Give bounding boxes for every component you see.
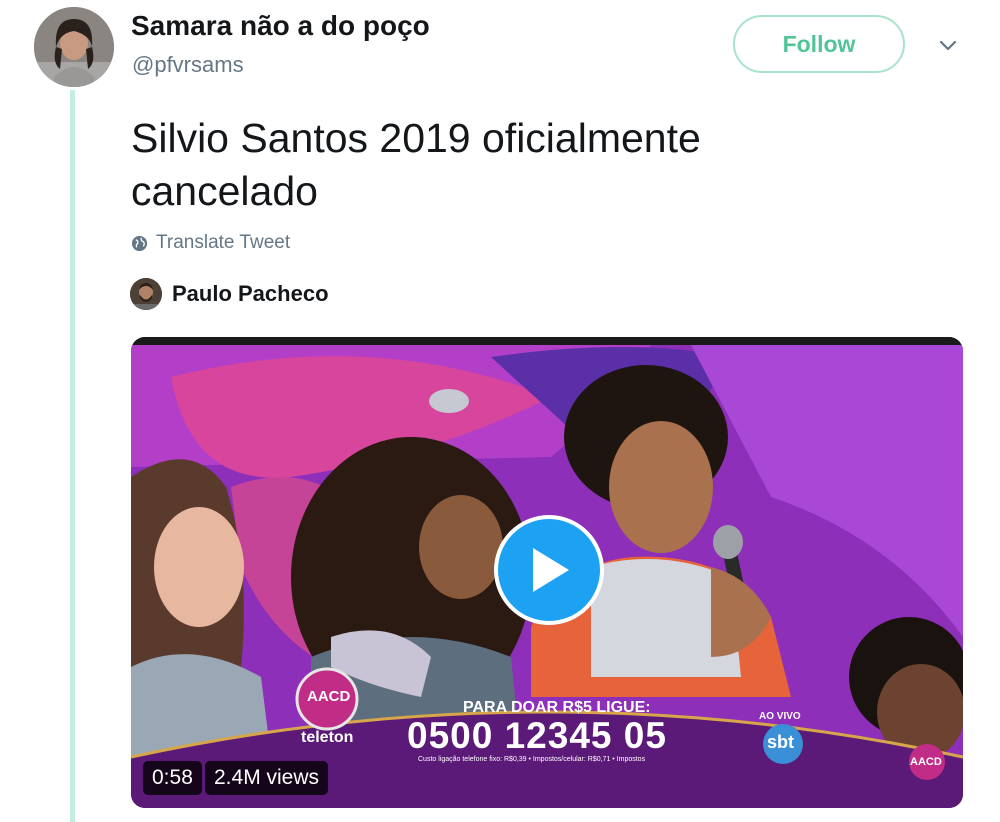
duration-badge: 0:58 (143, 761, 202, 795)
play-icon (533, 548, 569, 592)
fine-print: Custo ligação telefone fixo: R$0,39 • Im… (418, 756, 646, 763)
video-player[interactable]: AACD teleton PARA DOAR R$5 LIGUE: 0500 1… (131, 337, 963, 808)
thread-line (70, 90, 75, 822)
translate-label: Translate Tweet (156, 232, 291, 253)
tweet-text: Silvio Santos 2019 oficialmente cancelad… (131, 115, 701, 214)
attribution-name: Paulo Pacheco (172, 281, 329, 306)
chevron-down-icon[interactable] (936, 36, 960, 56)
views-badge: 2.4M views (205, 761, 329, 795)
author-avatar[interactable] (34, 7, 114, 87)
author-avatar-image (34, 7, 114, 87)
aacd-small-text: AACD (910, 756, 942, 768)
translate-tweet-link[interactable]: Translate Tweet (131, 232, 290, 254)
teleton-label: teleton (301, 729, 354, 746)
sbt-logo-text: sbt (767, 732, 794, 752)
phone-number: 0500 12345 05 (407, 715, 667, 756)
video-attribution[interactable]: Paulo Pacheco (130, 278, 329, 310)
follow-button[interactable]: Follow (733, 15, 905, 73)
attribution-avatar (130, 278, 162, 310)
aacd-logo-text: AACD (307, 688, 351, 705)
author-handle[interactable]: @pfvrsams (132, 52, 244, 78)
ao-vivo-label: AO VIVO (759, 711, 801, 722)
globe-icon (131, 235, 148, 251)
author-name[interactable]: Samara não a do poço (131, 10, 430, 42)
play-button[interactable] (494, 515, 604, 625)
